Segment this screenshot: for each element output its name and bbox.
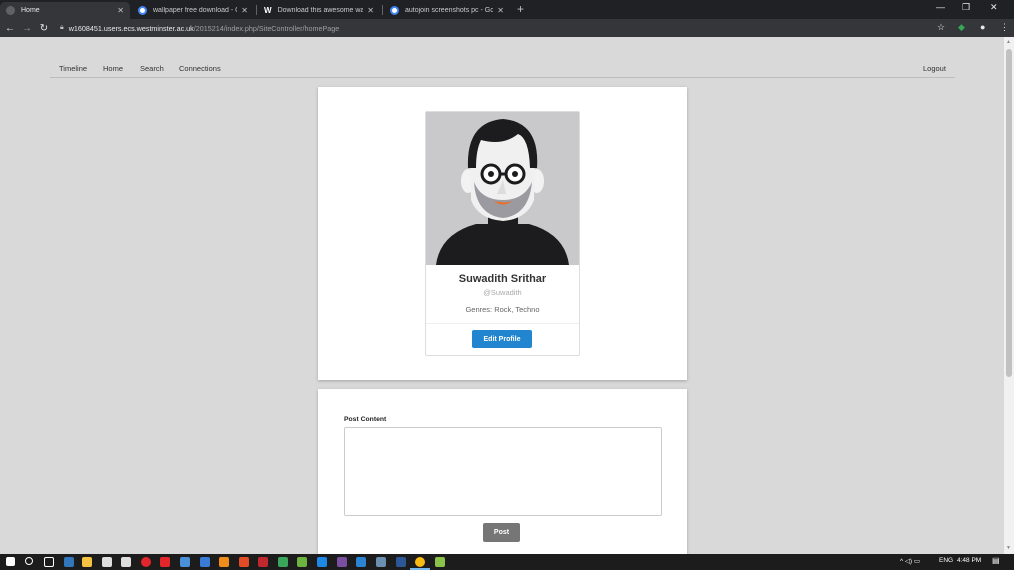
browser-tab-bar: Home ✕ wallpaper free download - Googl ✕…: [0, 0, 1014, 19]
google-icon: [390, 6, 399, 15]
nav-search[interactable]: Search: [140, 64, 164, 73]
acrobat-icon[interactable]: [239, 557, 249, 567]
close-tab-icon[interactable]: ✕: [117, 6, 124, 15]
lock-icon: 🔒︎: [60, 24, 64, 31]
post-content-textarea[interactable]: [344, 427, 662, 516]
avatar: [426, 112, 579, 265]
app-icon[interactable]: [376, 557, 386, 567]
page-scrollbar[interactable]: ▲ ▼: [1004, 37, 1014, 554]
globe-icon: [6, 6, 15, 15]
app-icon[interactable]: [297, 557, 307, 567]
reload-icon[interactable]: ↻: [37, 23, 51, 34]
close-window-icon[interactable]: ✕: [990, 2, 998, 13]
close-tab-icon[interactable]: ✕: [497, 6, 504, 15]
nav-home[interactable]: Home: [103, 64, 123, 73]
top-navigation: Timeline Home Search Connections Logout: [50, 57, 955, 78]
post-button[interactable]: Post: [483, 523, 520, 542]
app-icon[interactable]: [356, 557, 366, 567]
opera-icon[interactable]: [141, 557, 151, 567]
app-icon[interactable]: [435, 557, 445, 567]
address-bar[interactable]: 🔒︎ w1608451.users.ecs.westminster.ac.uk /…: [60, 21, 930, 35]
google-icon: [138, 6, 147, 15]
forward-arrow-icon[interactable]: →: [20, 23, 34, 34]
app-icon[interactable]: [180, 557, 190, 567]
search-icon[interactable]: [25, 557, 33, 565]
tray-icons[interactable]: ^ ◁) ▭: [900, 557, 920, 565]
minimize-icon[interactable]: —: [936, 2, 945, 12]
task-view-icon[interactable]: [44, 557, 54, 567]
scroll-down-icon[interactable]: ▼: [1006, 545, 1011, 551]
bookmark-star-icon[interactable]: ☆: [937, 22, 945, 33]
vscode-icon[interactable]: [317, 557, 327, 567]
url-host: w1608451.users.ecs.westminster.ac.uk: [68, 23, 194, 33]
app-icon[interactable]: [200, 557, 210, 567]
new-tab-button[interactable]: +: [517, 2, 524, 16]
tab-divider: [256, 5, 257, 15]
app-z-icon[interactable]: [160, 557, 170, 567]
scrollbar-thumb[interactable]: [1006, 49, 1012, 377]
page-viewport: Timeline Home Search Connections Logout: [0, 37, 1004, 559]
tab-title: Home: [21, 7, 40, 14]
app-icon[interactable]: [278, 557, 288, 567]
edit-profile-button[interactable]: Edit Profile: [472, 330, 532, 348]
w-logo-icon: W: [264, 6, 272, 15]
file-explorer-icon[interactable]: [82, 557, 92, 567]
close-tab-icon[interactable]: ✕: [241, 6, 248, 15]
filezilla-icon[interactable]: [258, 557, 268, 567]
chrome-icon[interactable]: [415, 557, 425, 567]
nav-timeline[interactable]: Timeline: [59, 64, 87, 73]
windows-start-icon[interactable]: [6, 557, 15, 566]
tab-divider: [382, 5, 383, 15]
mail-icon[interactable]: [121, 557, 131, 567]
nav-logout[interactable]: Logout: [923, 64, 946, 73]
profile-card: Suwadith Srithar @Suwadith Genres: Rock,…: [425, 111, 580, 356]
tab-title: wallpaper free download - Googl: [153, 7, 237, 14]
input-language[interactable]: ENG: [939, 557, 953, 564]
windows-taskbar: ^ ◁) ▭ ENG 4:48 PM ▤: [0, 554, 1014, 570]
back-arrow-icon[interactable]: ←: [3, 23, 17, 34]
tab-title: autojoin screenshots pc - Googl: [405, 7, 494, 14]
word-icon[interactable]: [396, 557, 406, 567]
account-icon[interactable]: ●: [980, 22, 985, 32]
close-tab-icon[interactable]: ✕: [367, 6, 374, 15]
app-icon[interactable]: [219, 557, 229, 567]
post-section: Post Content Post: [318, 389, 687, 559]
tab-title: Download this awesome wallpap: [277, 7, 364, 14]
divider: [426, 323, 579, 324]
browser-toolbar: ← → ↻ 🔒︎ w1608451.users.ecs.westminster.…: [0, 19, 1014, 37]
tab-autojoin-search[interactable]: autojoin screenshots pc - Googl ✕: [384, 2, 510, 19]
store-icon[interactable]: [102, 557, 112, 567]
profile-section: Suwadith Srithar @Suwadith Genres: Rock,…: [318, 87, 687, 380]
menu-kebab-icon[interactable]: ⋮: [1000, 22, 1009, 33]
tab-wallpaper-search[interactable]: wallpaper free download - Googl ✕: [132, 2, 254, 19]
scroll-up-icon[interactable]: ▲: [1006, 39, 1011, 45]
profile-handle: @Suwadith: [483, 288, 522, 297]
tab-download-wallpaper[interactable]: W Download this awesome wallpap ✕: [258, 2, 380, 19]
clock[interactable]: 4:48 PM: [957, 557, 981, 564]
profile-name: Suwadith Srithar: [458, 273, 547, 285]
restore-icon[interactable]: ❐: [962, 2, 970, 13]
notifications-icon[interactable]: ▤: [992, 556, 1000, 565]
profile-genres: Genres: Rock, Techno: [465, 305, 540, 314]
url-path: /2015214/index.php/SiteController/homePa…: [193, 23, 340, 33]
post-content-label: Post Content: [344, 416, 387, 423]
avatar-illustration: [426, 112, 579, 265]
edge-icon[interactable]: [64, 557, 74, 567]
app-icon[interactable]: [337, 557, 347, 567]
tab-home[interactable]: Home ✕: [0, 2, 130, 19]
nav-connections[interactable]: Connections: [179, 64, 221, 73]
extension-icon[interactable]: ◆: [958, 22, 965, 33]
